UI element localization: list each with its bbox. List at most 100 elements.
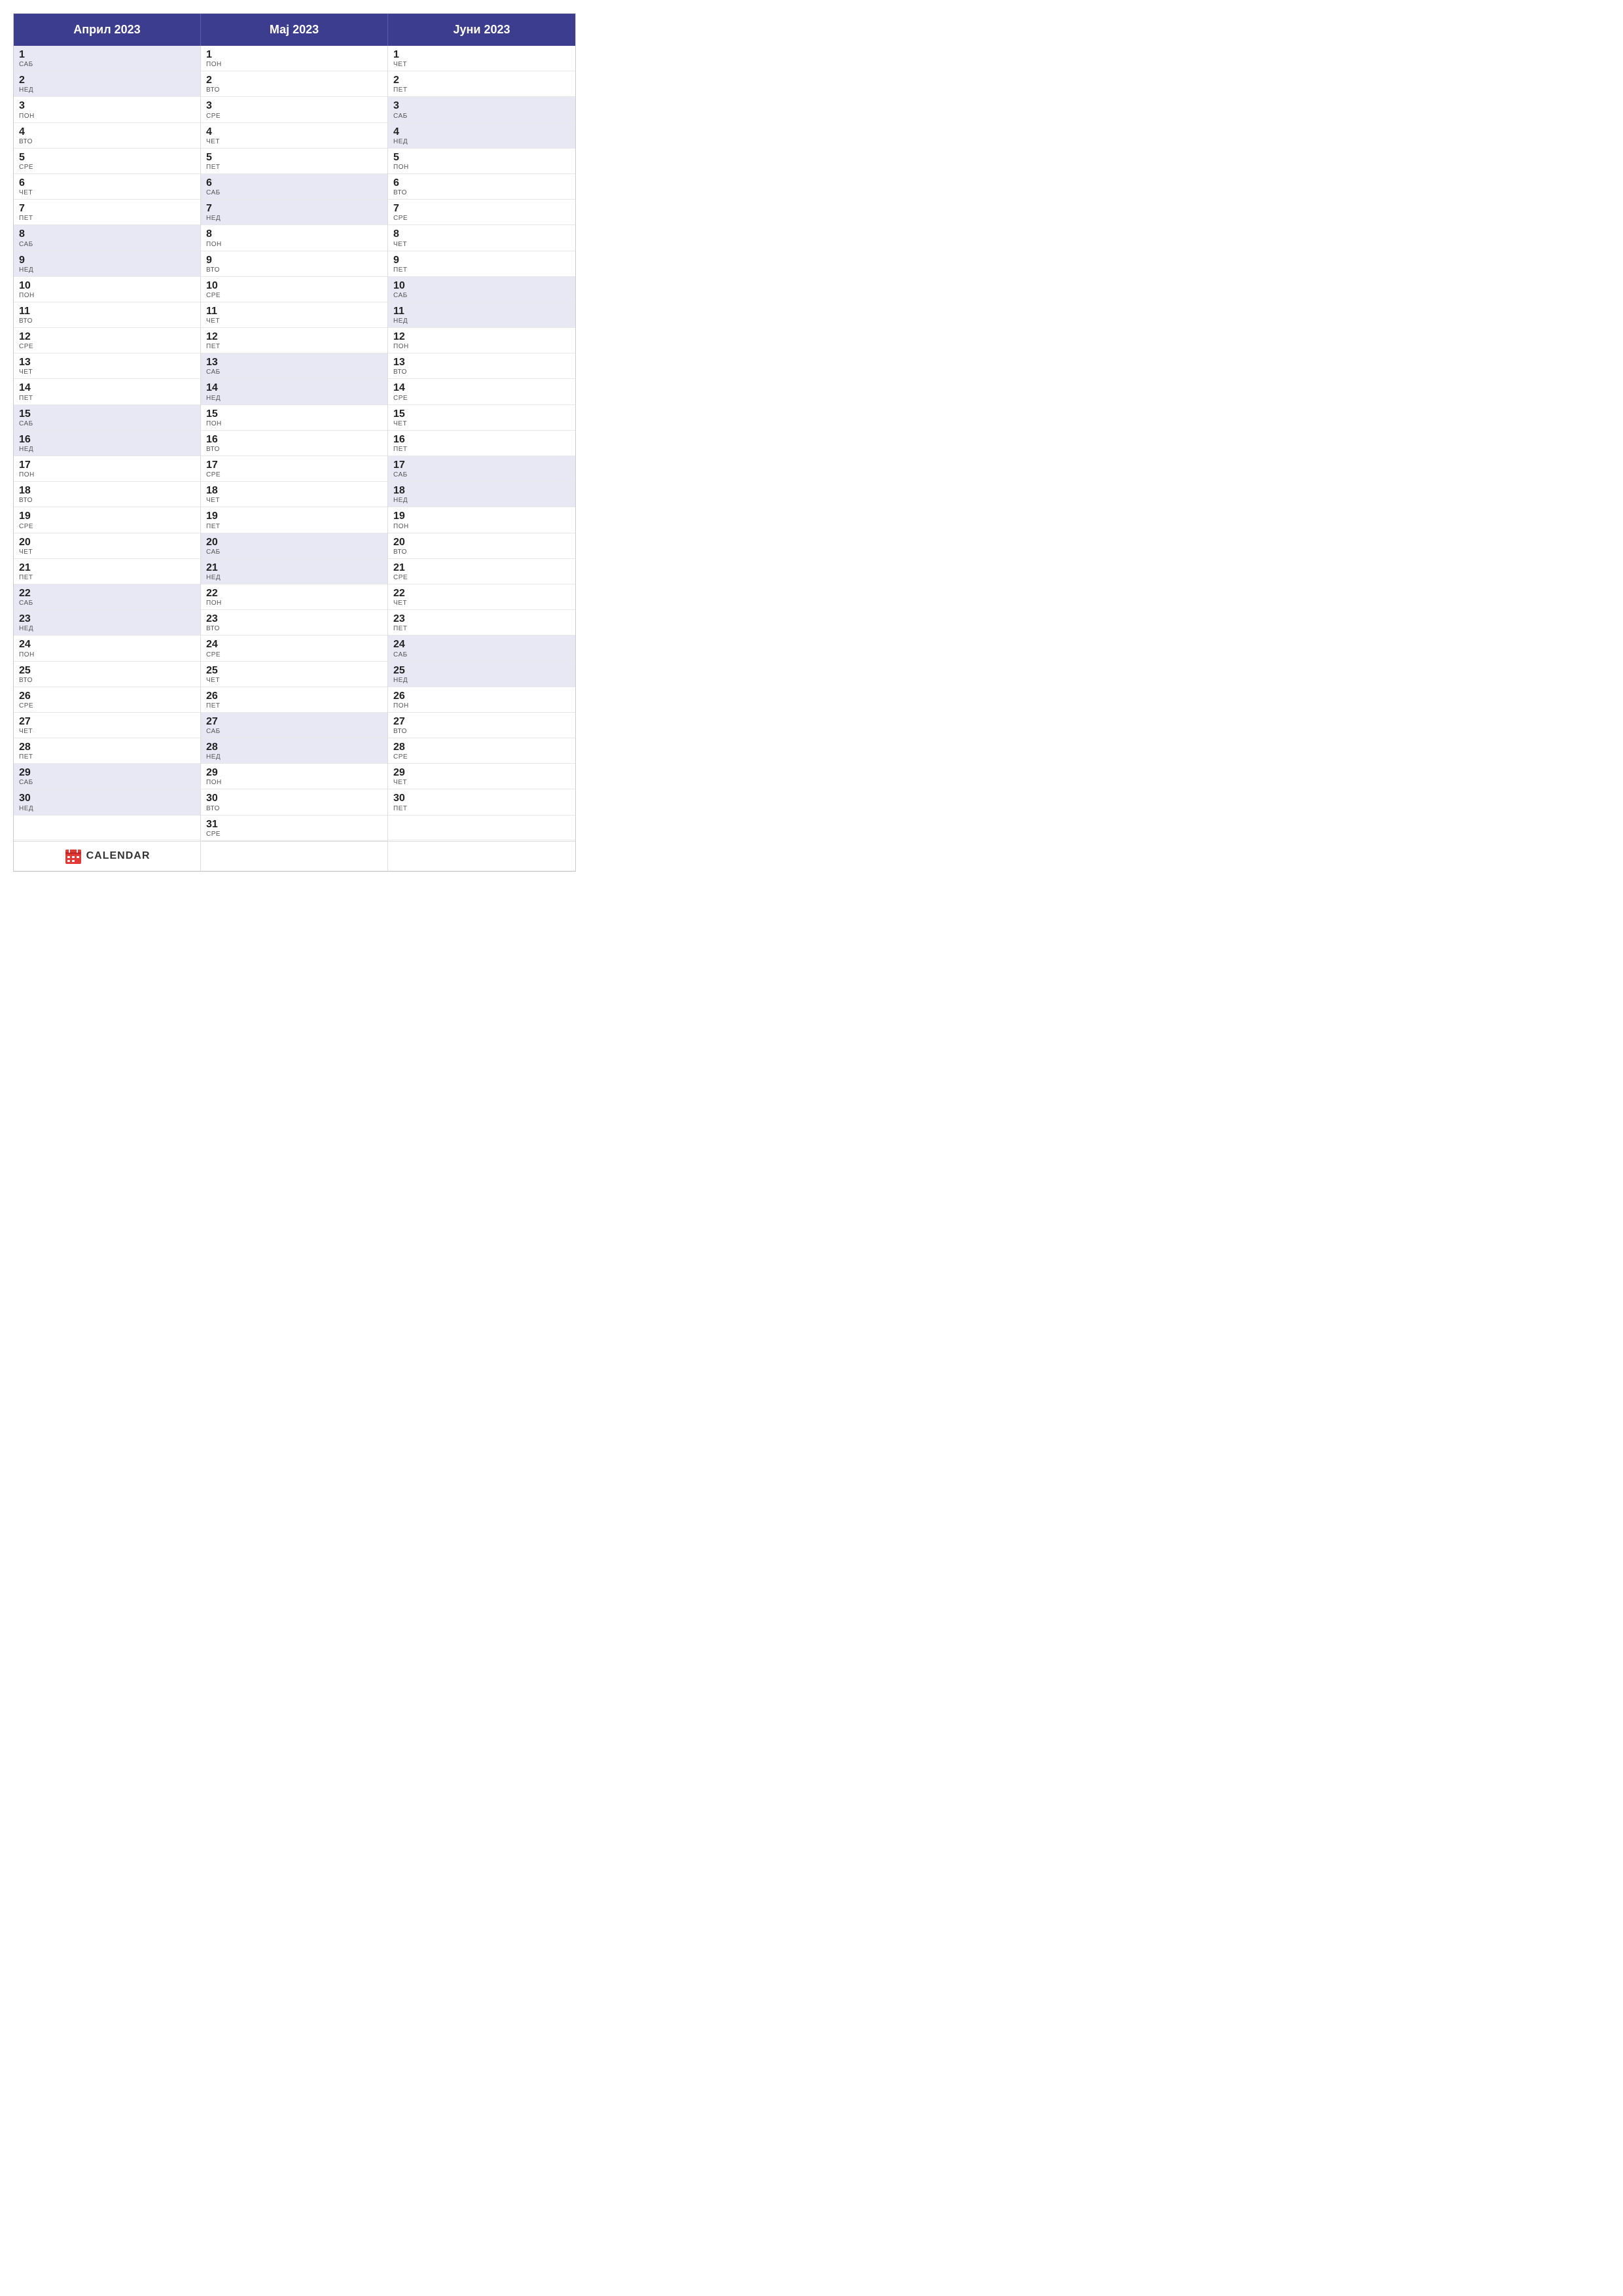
day-name: ПЕТ [393, 446, 570, 453]
day-cell: 27ЧЕТ [14, 713, 200, 738]
day-number: 5 [393, 151, 570, 164]
day-number: 14 [19, 382, 195, 394]
day-number: 24 [393, 638, 570, 651]
day-name: ВТО [206, 805, 382, 812]
day-cell: 19ПЕТ [201, 507, 387, 533]
day-number: 1 [393, 48, 570, 61]
day-cell: 3ПОН [14, 97, 200, 122]
day-number: 16 [19, 433, 195, 446]
day-cell [388, 816, 575, 840]
day-number: 25 [206, 664, 382, 677]
day-number: 7 [19, 202, 195, 215]
day-cell: 29ПОН [201, 764, 387, 789]
day-cell: 16ПЕТ [388, 431, 575, 456]
day-cell: 3СРЕ [201, 97, 387, 122]
day-number: 21 [393, 562, 570, 574]
day-cell: 6ЧЕТ [14, 174, 200, 200]
month-header-april: Април 2023 [14, 14, 201, 46]
day-cell: 25ЧЕТ [201, 662, 387, 687]
day-number: 1 [19, 48, 195, 61]
day-name: ПЕТ [206, 523, 382, 530]
day-cell: 18НЕД [388, 482, 575, 507]
day-name: НЕД [393, 497, 570, 504]
day-number: 23 [19, 613, 195, 625]
day-number: 21 [206, 562, 382, 574]
day-name: ПЕТ [19, 395, 195, 402]
day-name: САБ [19, 241, 195, 248]
day-cell: 25НЕД [388, 662, 575, 687]
day-cell: 11ВТО [14, 302, 200, 328]
day-number: 3 [393, 99, 570, 112]
day-cell: 20ЧЕТ [14, 533, 200, 559]
day-cell: 14НЕД [201, 379, 387, 404]
day-number: 19 [393, 510, 570, 522]
day-cell: 17САБ [388, 456, 575, 482]
day-cell: 7СРЕ [388, 200, 575, 225]
day-number: 7 [393, 202, 570, 215]
day-cell: 9ВТО [201, 251, 387, 277]
day-cell: 28СРЕ [388, 738, 575, 764]
day-cell: 8ПОН [201, 225, 387, 251]
day-number: 14 [206, 382, 382, 394]
day-name: ЧЕТ [393, 241, 570, 248]
day-number: 18 [19, 484, 195, 497]
day-name: САБ [393, 113, 570, 120]
day-number: 29 [393, 766, 570, 779]
day-cell: 28ПЕТ [14, 738, 200, 764]
day-number: 29 [206, 766, 382, 779]
day-number: 4 [393, 126, 570, 138]
day-name: ВТО [393, 189, 570, 196]
day-cell: 22САБ [14, 584, 200, 610]
day-cell: 5СРЕ [14, 149, 200, 174]
day-cell: 16ВТО [201, 431, 387, 456]
day-name: ВТО [19, 138, 195, 145]
day-cell: 24САБ [388, 636, 575, 661]
day-cell: 20ВТО [388, 533, 575, 559]
day-number: 15 [393, 408, 570, 420]
footer-may-extra [201, 842, 388, 871]
day-name: ЧЕТ [206, 317, 382, 325]
day-number: 13 [393, 356, 570, 368]
day-cell: 1ПОН [201, 46, 387, 71]
day-cell: 4ВТО [14, 123, 200, 149]
day-cell: 23ВТО [201, 610, 387, 636]
day-name: НЕД [206, 215, 382, 222]
day-number: 30 [19, 792, 195, 804]
day-name: ПЕТ [19, 215, 195, 222]
day-column: 1ПОН2ВТО3СРЕ4ЧЕТ5ПЕТ6САБ7НЕД8ПОН9ВТО10СР… [201, 46, 388, 841]
day-name: САБ [19, 779, 195, 786]
day-name: СРЕ [393, 753, 570, 761]
day-number: 11 [206, 305, 382, 317]
day-name: СРЕ [393, 574, 570, 581]
day-cell: 15ПОН [201, 405, 387, 431]
day-number: 20 [393, 536, 570, 548]
footer-june-extra [388, 842, 575, 871]
day-number: 4 [206, 126, 382, 138]
day-column: 1САБ2НЕД3ПОН4ВТО5СРЕ6ЧЕТ7ПЕТ8САБ9НЕД10ПО… [14, 46, 201, 841]
day-cell: 21СРЕ [388, 559, 575, 584]
day-name: НЕД [19, 625, 195, 632]
day-cell: 18ВТО [14, 482, 200, 507]
day-cell: 29ЧЕТ [388, 764, 575, 789]
day-name: ПОН [19, 292, 195, 299]
day-name: НЕД [393, 317, 570, 325]
day-cell: 16НЕД [14, 431, 200, 456]
day-number: 1 [206, 48, 382, 61]
day-name: ВТО [393, 548, 570, 556]
day-name: САБ [206, 548, 382, 556]
day-name: ПОН [19, 113, 195, 120]
day-cell: 13САБ [201, 353, 387, 379]
day-number: 18 [393, 484, 570, 497]
day-number: 15 [206, 408, 382, 420]
day-number: 19 [206, 510, 382, 522]
day-number: 9 [19, 254, 195, 266]
day-name: ПОН [206, 420, 382, 427]
day-cell: 11ЧЕТ [201, 302, 387, 328]
day-number: 26 [393, 690, 570, 702]
day-name: НЕД [206, 753, 382, 761]
day-number: 20 [206, 536, 382, 548]
calendar-icon [64, 847, 82, 865]
calendar-header: Април 2023 Мај 2023 Јуни 2023 [14, 14, 575, 46]
day-name: ЧЕТ [19, 728, 195, 735]
day-name: САБ [19, 420, 195, 427]
